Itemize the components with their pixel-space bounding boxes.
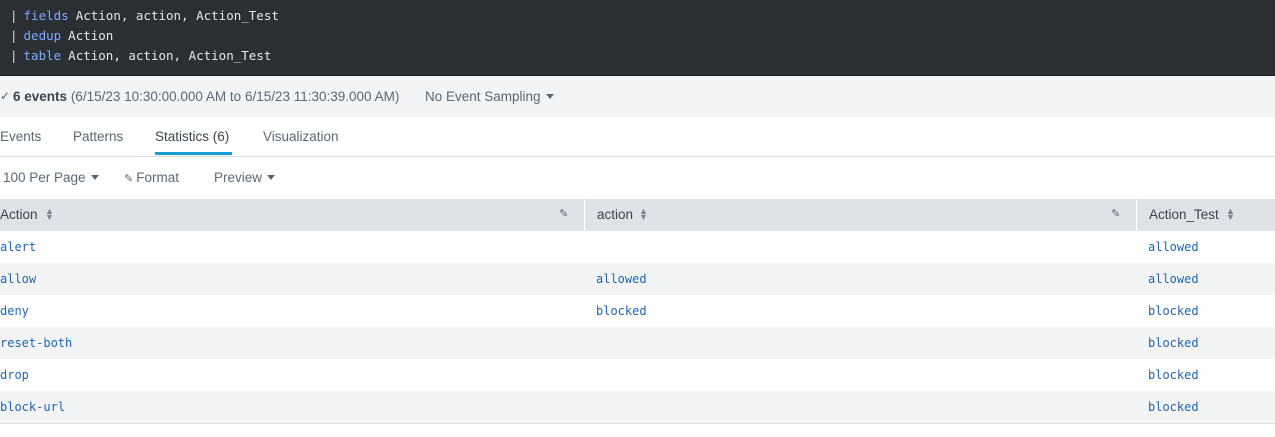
column-header-label: action: [597, 207, 634, 222]
format-label: Format: [136, 170, 179, 185]
table-cell-link[interactable]: allow: [0, 272, 36, 286]
tab-statistics[interactable]: Statistics (6): [155, 129, 229, 144]
sort-icon[interactable]: ▲ ▼: [45, 207, 54, 222]
tab-patterns[interactable]: Patterns: [73, 129, 123, 144]
check-icon: ✓: [0, 89, 11, 103]
table-cell-link[interactable]: allowed: [596, 272, 647, 286]
results-tabs: Events Patterns Statistics (6) Visualiza…: [0, 117, 1275, 157]
table-cell-link[interactable]: reset-both: [0, 336, 72, 350]
table-cell-link[interactable]: block-url: [0, 400, 65, 414]
event-sampling-dropdown[interactable]: No Event Sampling: [425, 89, 554, 104]
sort-icon[interactable]: ▲ ▼: [639, 207, 648, 222]
caret-down-icon: [267, 175, 276, 180]
search-args: Action, action, Action_Test: [75, 8, 279, 23]
table-row: drop blocked: [0, 359, 1275, 391]
table-row: deny blocked blocked: [0, 295, 1275, 327]
search-editor[interactable]: | fields Action, action, Action_Test | dedu…: [0, 0, 1275, 76]
edit-column-icon[interactable]: ✎: [1111, 207, 1120, 220]
search-line: | dedup Action: [10, 28, 113, 43]
pencil-icon: ✎: [124, 173, 134, 185]
table-row: allow allowed allowed: [0, 263, 1275, 295]
table-cell-link[interactable]: blocked: [596, 304, 647, 318]
column-header-action-1[interactable]: Action ▲ ▼ ✎: [0, 199, 584, 231]
caret-down-icon: [545, 94, 554, 99]
column-header-label: Action_Test: [1149, 207, 1219, 222]
table-row: alert allowed: [0, 231, 1275, 263]
search-command: fields: [23, 8, 69, 23]
table-cell-link[interactable]: drop: [0, 368, 29, 382]
edit-column-icon[interactable]: ✎: [559, 207, 568, 220]
per-page-label: 100 Per Page: [3, 170, 86, 185]
pipe-symbol: |: [10, 48, 18, 63]
pipe-symbol: |: [10, 8, 18, 23]
search-command: dedup: [23, 28, 62, 43]
search-line: | fields Action, action, Action_Test: [10, 8, 279, 23]
event-summary: 6 events (6/15/23 10:30:00.000 AM to 6/1…: [13, 89, 399, 104]
search-line: | table Action, action, Action_Test: [10, 48, 271, 63]
table-bottom-border: [0, 423, 1275, 424]
table-cell-link[interactable]: deny: [0, 304, 29, 318]
pipe-symbol: |: [10, 28, 18, 43]
active-tab-indicator: [155, 152, 232, 155]
time-range: (6/15/23 10:30:00.000 AM to 6/15/23 11:3…: [70, 89, 400, 104]
tab-events[interactable]: Events: [0, 129, 41, 144]
event-count: 6 events: [13, 89, 68, 104]
event-sampling-label: No Event Sampling: [425, 89, 541, 104]
column-header-action-test[interactable]: Action_Test ▲ ▼: [1137, 199, 1275, 231]
preview-dropdown[interactable]: Preview: [214, 170, 276, 185]
search-args: Action: [68, 28, 114, 43]
preview-label: Preview: [214, 170, 263, 185]
search-status-bar: ✓ 6 events (6/15/23 10:30:00.000 AM to 6…: [0, 76, 1275, 117]
tab-visualization[interactable]: Visualization: [263, 129, 339, 144]
table-cell-link[interactable]: blocked: [1148, 336, 1199, 350]
table-row: block-url blocked: [0, 391, 1275, 423]
per-page-dropdown[interactable]: 100 Per Page: [3, 170, 99, 185]
sort-icon[interactable]: ▲ ▼: [1226, 207, 1235, 222]
search-args: Action, action, Action_Test: [68, 48, 272, 63]
table-cell-link[interactable]: blocked: [1148, 400, 1199, 414]
column-header-action-2[interactable]: action ▲ ▼ ✎: [585, 199, 1136, 231]
search-command: table: [23, 48, 62, 63]
table-cell-link[interactable]: alert: [0, 240, 36, 254]
table-cell-link[interactable]: allowed: [1148, 272, 1199, 286]
table-row: reset-both blocked: [0, 327, 1275, 359]
table-cell-link[interactable]: blocked: [1148, 368, 1199, 382]
table-cell-link[interactable]: blocked: [1148, 304, 1199, 318]
column-header-label: Action: [0, 207, 38, 222]
format-button[interactable]: ✎ Format: [124, 170, 179, 185]
caret-down-icon: [90, 175, 99, 180]
table-cell-link[interactable]: allowed: [1148, 240, 1199, 254]
results-toolbar: 100 Per Page ✎ Format Preview: [0, 157, 1275, 199]
